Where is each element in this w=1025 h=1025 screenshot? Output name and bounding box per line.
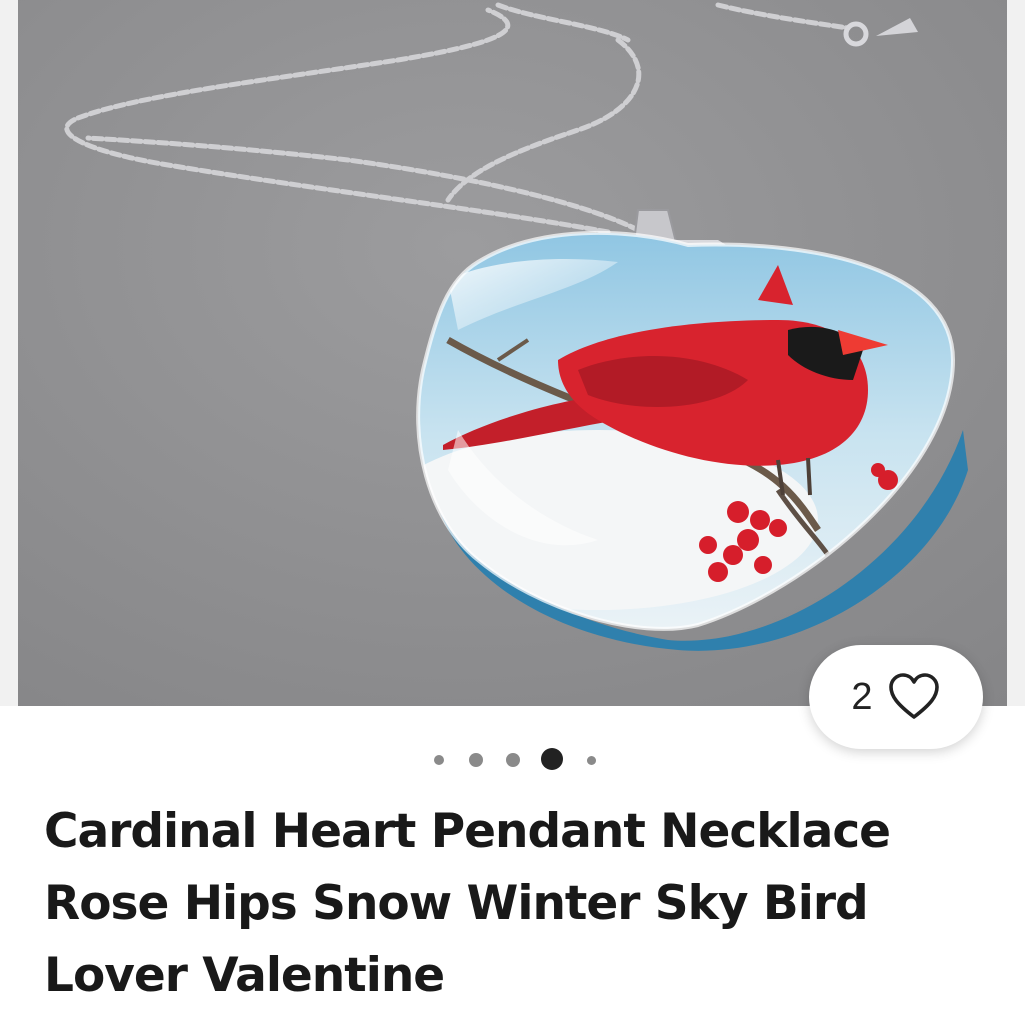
- carousel-indicator: [0, 748, 1025, 772]
- carousel-dot[interactable]: [469, 753, 483, 767]
- carousel-dot[interactable]: [506, 753, 520, 767]
- carousel-dot[interactable]: [434, 755, 444, 765]
- listing-title: Cardinal Heart Pendant Necklace Rose Hip…: [44, 804, 891, 1003]
- carousel-dot[interactable]: [587, 756, 596, 765]
- image-gallery[interactable]: [0, 0, 1025, 706]
- carousel-dot-active[interactable]: [541, 748, 563, 770]
- favorite-count: 2: [851, 675, 873, 718]
- product-photo[interactable]: [18, 0, 1007, 706]
- heart-outline-icon: [887, 672, 941, 722]
- favorite-button[interactable]: 2: [809, 645, 983, 749]
